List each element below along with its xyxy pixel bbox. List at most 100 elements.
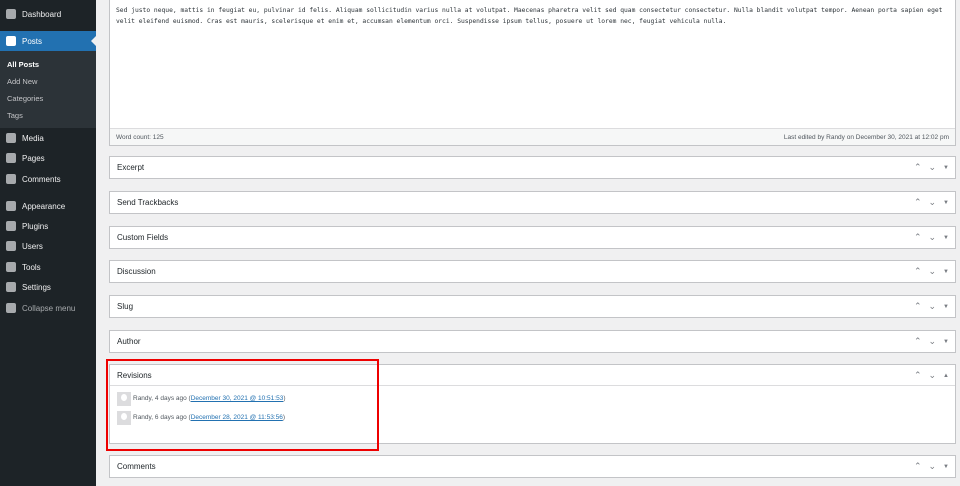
slug-panel: Slug ⌃ ⌄ ▼ (109, 295, 956, 318)
sidebar-item-pages[interactable]: Pages (0, 148, 96, 168)
posts-submenu: All Posts Add New Categories Tags (0, 51, 96, 128)
expand-toggle-icon[interactable]: ▼ (943, 464, 949, 470)
users-icon (6, 241, 16, 251)
panel-title: Revisions (117, 370, 152, 380)
sidebar-item-label: Pages (22, 153, 45, 163)
sidebar-item-label: Settings (22, 282, 51, 292)
media-icon (6, 133, 16, 143)
collapse-toggle-icon[interactable]: ▲ (943, 373, 949, 379)
expand-toggle-icon[interactable]: ▼ (943, 200, 949, 206)
move-down-icon[interactable]: ⌄ (929, 197, 937, 208)
move-down-icon[interactable]: ⌄ (929, 266, 937, 277)
expand-toggle-icon[interactable]: ▼ (943, 165, 949, 171)
move-up-icon[interactable]: ⌃ (914, 232, 922, 243)
move-up-icon[interactable]: ⌃ (914, 162, 922, 173)
sidebar-item-label: Media (22, 133, 44, 143)
pin-icon (6, 36, 16, 46)
sidebar-item-posts[interactable]: Posts (0, 31, 96, 51)
custom-fields-panel-header[interactable]: Custom Fields (110, 227, 955, 248)
expand-toggle-icon[interactable]: ▼ (943, 304, 949, 310)
avatar (117, 410, 131, 425)
move-up-icon[interactable]: ⌃ (914, 266, 922, 277)
custom-fields-panel: Custom Fields ⌃ ⌄ ▼ (109, 226, 956, 249)
panel-title: Author (117, 337, 141, 346)
move-up-icon[interactable]: ⌃ (914, 301, 922, 312)
sidebar-item-label: Posts (22, 36, 43, 46)
panel-title: Custom Fields (117, 233, 169, 242)
revisions-panel-header[interactable]: Revisions (110, 365, 955, 386)
move-up-icon[interactable]: ⌃ (914, 197, 922, 208)
submenu-all-posts[interactable]: All Posts (7, 60, 39, 69)
move-down-icon[interactable]: ⌄ (929, 232, 937, 243)
move-up-icon[interactable]: ⌃ (914, 370, 922, 381)
author-panel-header[interactable]: Author (110, 331, 955, 352)
settings-icon (6, 282, 16, 292)
sidebar-item-comments[interactable]: Comments (0, 169, 96, 189)
wrench-icon (6, 262, 16, 272)
excerpt-panel: Excerpt ⌃ ⌄ ▼ (109, 156, 956, 179)
sidebar-item-label: Dashboard (22, 9, 62, 19)
collapse-icon (6, 303, 16, 313)
panel-title: Comments (117, 462, 156, 471)
send-trackbacks-panel: Send Trackbacks ⌃ ⌄ ▼ (109, 191, 956, 214)
revision-link[interactable]: December 28, 2021 @ 11:53:56 (191, 414, 283, 421)
move-up-icon[interactable]: ⌃ (914, 336, 922, 347)
move-down-icon[interactable]: ⌄ (929, 301, 937, 312)
discussion-panel: Discussion ⌃ ⌄ ▼ (109, 260, 956, 283)
sidebar-item-label: Users (22, 241, 43, 251)
revision-author: Randy, 6 days ago (133, 414, 187, 421)
panel-title: Excerpt (117, 163, 145, 172)
sidebar-item-tools[interactable]: Tools (0, 257, 96, 277)
revisions-panel: Revisions ⌃ ⌄ ▲ Randy, 4 days ago (December… (109, 364, 956, 444)
plugin-icon (6, 221, 16, 231)
revision-item: Randy, 6 days ago (December 28, 2021 @ 1… (117, 410, 955, 425)
panel-title: Slug (117, 302, 134, 311)
move-up-icon[interactable]: ⌃ (914, 461, 922, 472)
expand-toggle-icon[interactable]: ▼ (943, 339, 949, 345)
slug-panel-header[interactable]: Slug (110, 296, 955, 317)
submenu-categories[interactable]: Categories (7, 94, 43, 103)
move-down-icon[interactable]: ⌄ (929, 162, 937, 173)
sidebar-item-label: Appearance (22, 201, 66, 211)
submenu-tags[interactable]: Tags (7, 111, 23, 120)
excerpt-panel-header[interactable]: Excerpt (110, 157, 955, 178)
editor-status-bar: Word count: 125 Last edited by Randy on … (110, 128, 955, 145)
move-down-icon[interactable]: ⌄ (929, 336, 937, 347)
post-editor: Sed justo neque, mattis in feugiat eu, p… (109, 0, 956, 146)
comments-icon (6, 174, 16, 184)
sidebar-item-appearance[interactable]: Appearance (0, 196, 96, 216)
sidebar-item-label: Plugins (22, 221, 49, 231)
word-count: Word count: 125 (116, 133, 164, 141)
send-trackbacks-panel-header[interactable]: Send Trackbacks (110, 192, 955, 213)
expand-toggle-icon[interactable]: ▼ (943, 235, 949, 241)
admin-sidebar: All Posts Add New Categories Tags Dashbo… (0, 0, 96, 486)
revision-item: Randy, 4 days ago (December 30, 2021 @ 1… (117, 391, 955, 406)
move-down-icon[interactable]: ⌄ (929, 370, 937, 381)
sidebar-item-label: Collapse menu (22, 303, 76, 313)
panel-title: Discussion (117, 267, 156, 276)
revision-author: Randy, 4 days ago (133, 395, 187, 402)
pages-icon (6, 153, 16, 163)
sidebar-item-label: Comments (22, 174, 61, 184)
last-edited: Last edited by Randy on December 30, 202… (783, 133, 949, 141)
comments-panel-header[interactable]: Comments (110, 456, 955, 477)
submenu-add-new[interactable]: Add New (7, 77, 37, 86)
editor-textarea[interactable]: Sed justo neque, mattis in feugiat eu, p… (110, 0, 955, 33)
dashboard-icon (6, 9, 16, 19)
author-panel: Author ⌃ ⌄ ▼ (109, 330, 956, 353)
sidebar-item-dashboard[interactable]: Dashboard (0, 4, 96, 24)
brush-icon (6, 201, 16, 211)
revision-link[interactable]: December 30, 2021 @ 10:51:53 (191, 395, 284, 402)
move-down-icon[interactable]: ⌄ (929, 461, 937, 472)
sidebar-item-media[interactable]: Media (0, 128, 96, 148)
sidebar-item-collapse-menu[interactable]: Collapse menu (0, 298, 96, 318)
sidebar-item-settings[interactable]: Settings (0, 277, 96, 297)
sidebar-item-users[interactable]: Users (0, 236, 96, 256)
avatar (117, 391, 131, 406)
expand-toggle-icon[interactable]: ▼ (943, 269, 949, 275)
discussion-panel-header[interactable]: Discussion (110, 261, 955, 282)
panel-title: Send Trackbacks (117, 198, 179, 207)
sidebar-item-plugins[interactable]: Plugins (0, 216, 96, 236)
sidebar-item-label: Tools (22, 262, 41, 272)
comments-panel: Comments ⌃ ⌄ ▼ (109, 455, 956, 478)
